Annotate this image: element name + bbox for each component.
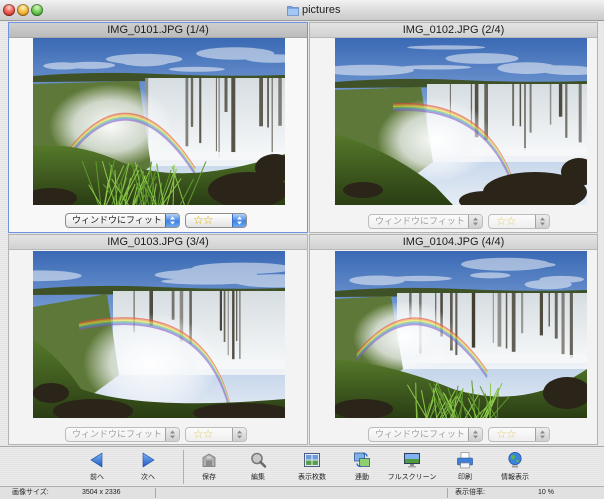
rating-stars: ☆☆	[496, 214, 516, 228]
popup-arrows-icon	[232, 428, 246, 441]
next-label: 次へ	[141, 474, 155, 481]
popup-arrows-icon	[232, 214, 246, 227]
fit-mode-popup[interactable]: ウィンドウにフィット	[368, 427, 483, 442]
rating-stars: ☆☆	[193, 213, 213, 227]
photo-frame[interactable]	[335, 38, 587, 205]
image-pane-1[interactable]: IMG_0101.JPG (1/4) ウィンドウにフィット ☆☆	[8, 22, 308, 233]
title-bar[interactable]: pictures	[0, 0, 604, 21]
photo-image	[335, 38, 587, 205]
image-pane-2[interactable]: IMG_0102.JPG (2/4) ウィンドウにフィット ☆☆	[309, 22, 598, 233]
fit-mode-label: ウィンドウにフィット	[375, 429, 465, 439]
window-title: pictures	[302, 4, 341, 16]
viewer-window: pictures IMG_0101.JPG (1/4) ウィンドウにフィット ☆…	[0, 0, 604, 499]
photo-frame[interactable]	[335, 251, 587, 418]
photo-frame[interactable]	[33, 251, 285, 418]
info-globe-icon	[506, 451, 524, 469]
photo-frame[interactable]	[33, 38, 285, 205]
fit-mode-popup[interactable]: ウィンドウにフィット	[65, 213, 180, 228]
pane-caption: IMG_0102.JPG (2/4)	[310, 23, 597, 38]
zoom-button[interactable]	[31, 4, 43, 16]
fit-mode-label: ウィンドウにフィット	[375, 216, 465, 226]
print-icon	[456, 451, 474, 469]
photo-image	[33, 251, 285, 418]
info-label: 情報表示	[501, 474, 529, 481]
photo-image	[335, 251, 587, 418]
status-bar: 画像サイズ: 3504 x 2336 表示倍率: 10 %	[0, 486, 604, 499]
sync-link-icon	[353, 451, 371, 469]
pane-caption: IMG_0104.JPG (4/4)	[310, 235, 597, 250]
next-arrow-icon	[139, 451, 157, 469]
photo-image	[33, 38, 285, 205]
popup-arrows-icon	[535, 428, 549, 441]
rating-stars: ☆☆	[496, 427, 516, 441]
rating-popup[interactable]: ☆☆	[185, 213, 247, 228]
fit-mode-popup[interactable]: ウィンドウにフィット	[368, 214, 483, 229]
fit-mode-popup[interactable]: ウィンドウにフィット	[65, 427, 180, 442]
close-button[interactable]	[3, 4, 15, 16]
popup-arrows-icon	[535, 215, 549, 228]
rating-popup[interactable]: ☆☆	[488, 214, 550, 229]
popup-arrows-icon	[468, 428, 482, 441]
pane-caption: IMG_0101.JPG (1/4)	[9, 23, 307, 38]
popup-arrows-icon	[165, 214, 179, 227]
rating-stars: ☆☆	[193, 427, 213, 441]
info-button[interactable]: 情報表示	[483, 451, 547, 485]
status-separator	[447, 488, 448, 498]
rating-popup[interactable]: ☆☆	[185, 427, 247, 442]
image-pane-4[interactable]: IMG_0104.JPG (4/4) ウィンドウにフィット ☆☆	[309, 234, 598, 445]
next-button[interactable]: 次へ	[116, 451, 180, 485]
image-size-value: 3504 x 2336	[82, 489, 121, 496]
zoom-value: 10 %	[538, 489, 554, 496]
grid-layout-icon	[303, 451, 321, 469]
edit-icon	[249, 451, 267, 469]
popup-arrows-icon	[165, 428, 179, 441]
mist	[353, 301, 457, 373]
status-separator	[155, 488, 156, 498]
rating-popup[interactable]: ☆☆	[488, 427, 550, 442]
previous-arrow-icon	[88, 451, 106, 469]
image-pane-3[interactable]: IMG_0103.JPG (3/4) ウィンドウにフィット ☆☆	[8, 234, 308, 445]
zoom-label: 表示倍率:	[455, 489, 485, 496]
image-size-label: 画像サイズ:	[12, 489, 49, 496]
save-icon	[200, 451, 218, 469]
fullscreen-icon	[403, 451, 421, 469]
fit-mode-label: ウィンドウにフィット	[72, 215, 162, 225]
pane-caption: IMG_0103.JPG (3/4)	[9, 235, 307, 250]
fit-mode-label: ウィンドウにフィット	[72, 429, 162, 439]
minimize-button[interactable]	[17, 4, 29, 16]
popup-arrows-icon	[468, 215, 482, 228]
folder-icon	[287, 5, 299, 16]
bottom-toolbar: 前へ 次へ 保存 編集 表示枚数 連動 フルスクリーン 印刷 情報表示	[0, 446, 604, 486]
